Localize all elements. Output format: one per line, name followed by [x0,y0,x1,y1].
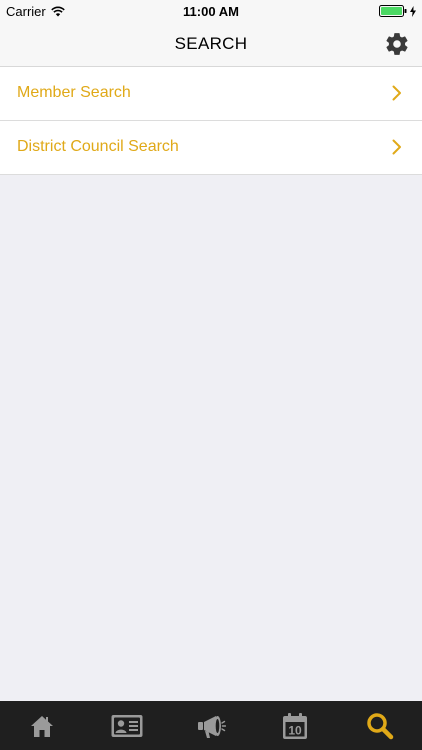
battery-indicator [379,5,416,17]
chevron-right-icon [392,85,401,101]
district-council-search-label: District Council Search [17,138,179,155]
member-search-label: Member Search [17,84,131,101]
tab-announcements[interactable] [169,701,253,750]
megaphone-icon [198,715,227,738]
member-search-row[interactable]: Member Search [0,67,422,121]
status-time: 11:00 AM [183,4,239,19]
id-card-icon [111,714,143,737]
chevron-right-icon [392,139,401,155]
home-icon [31,715,54,737]
battery-icon [379,5,407,17]
tab-bar: 10 [0,701,422,750]
status-bar: Carrier 11:00 AM [0,0,422,22]
settings-button[interactable] [384,31,410,57]
search-options-list: Member Search District Council Search [0,67,422,175]
search-icon [367,712,394,739]
gear-icon [386,33,408,55]
calendar-date-text: 10 [289,723,303,737]
tab-search[interactable] [338,701,422,750]
tab-members[interactable] [84,701,168,750]
tab-calendar[interactable]: 10 [253,701,337,750]
calendar-icon: 10 [283,712,308,739]
district-council-search-row[interactable]: District Council Search [0,121,422,175]
page-title: SEARCH [174,34,248,53]
charging-bolt-icon [410,5,416,17]
navigation-bar: SEARCH [0,22,422,67]
tab-home[interactable] [0,701,84,750]
